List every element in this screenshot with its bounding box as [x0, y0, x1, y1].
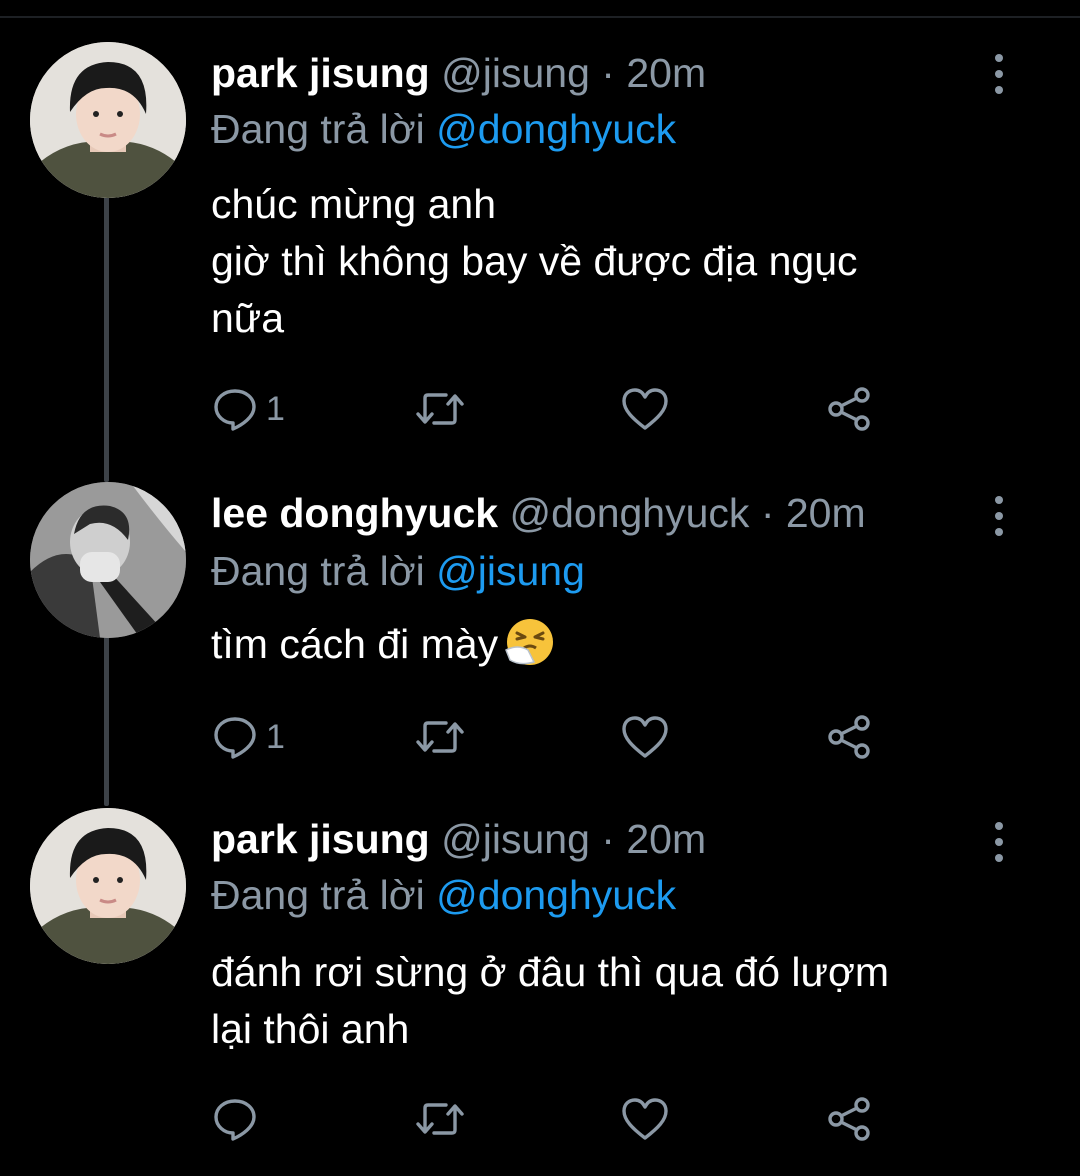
- display-name[interactable]: park jisung: [211, 816, 430, 862]
- retweet-icon: [412, 1096, 468, 1142]
- heart-icon: [620, 386, 670, 432]
- mention-link[interactable]: @donghyuck: [436, 106, 676, 152]
- tweet-text-line: lại thôi anh: [211, 1006, 410, 1052]
- reply-button[interactable]: [212, 1094, 266, 1144]
- separator-dot: ·: [601, 816, 615, 862]
- retweet-icon: [412, 386, 468, 432]
- tweet-header: lee donghyuck @donghyuck · 20m: [211, 488, 866, 538]
- retweet-button[interactable]: [412, 712, 468, 762]
- more-vertical-icon[interactable]: [990, 818, 1008, 868]
- heart-icon: [620, 1096, 670, 1142]
- like-button[interactable]: [620, 1094, 670, 1144]
- tweet-text-line: nữa: [211, 295, 285, 341]
- reply-icon: [212, 386, 258, 432]
- action-bar: [212, 1094, 892, 1144]
- replying-prefix: Đang trả lời: [211, 872, 425, 918]
- heart-icon: [620, 714, 670, 760]
- reply-count: 1: [266, 389, 285, 428]
- display-name[interactable]: lee donghyuck: [211, 490, 498, 536]
- more-vertical-icon[interactable]: [990, 50, 1008, 100]
- sneezing-face-icon: [504, 616, 556, 668]
- timestamp[interactable]: 20m: [626, 50, 706, 96]
- tweet-text: chúc mừng anh giờ thì không bay về được …: [211, 176, 1031, 347]
- like-button[interactable]: [620, 712, 670, 762]
- tweet-text-content: tìm cách đi mày: [211, 621, 499, 667]
- share-button[interactable]: [824, 384, 874, 434]
- user-handle[interactable]: @jisung: [441, 50, 590, 96]
- top-divider: [0, 0, 1080, 18]
- reply-button[interactable]: 1: [212, 384, 285, 434]
- replying-to: Đang trả lời @donghyuck: [211, 870, 676, 920]
- tweet-header: park jisung @jisung · 20m: [211, 48, 706, 98]
- user-handle[interactable]: @jisung: [441, 816, 590, 862]
- replying-prefix: Đang trả lời: [211, 548, 425, 594]
- mention-link[interactable]: @jisung: [436, 548, 585, 594]
- share-button[interactable]: [824, 712, 874, 762]
- retweet-icon: [412, 714, 468, 760]
- share-button[interactable]: [824, 1094, 874, 1144]
- separator-dot: ·: [601, 50, 615, 96]
- avatar[interactable]: [30, 482, 186, 638]
- share-icon: [824, 1096, 874, 1142]
- replying-to: Đang trả lời @donghyuck: [211, 104, 676, 154]
- thread-line: [104, 194, 109, 482]
- tweet-header: park jisung @jisung · 20m: [211, 814, 706, 864]
- replying-prefix: Đang trả lời: [211, 106, 425, 152]
- more-vertical-icon[interactable]: [990, 492, 1008, 542]
- retweet-button[interactable]: [412, 1094, 468, 1144]
- like-button[interactable]: [620, 384, 670, 434]
- tweet-text-line: giờ thì không bay về được địa ngục: [211, 238, 858, 284]
- tweet-text: đánh rơi sừng ở đâu thì qua đó lượm lại …: [211, 944, 1031, 1058]
- timestamp[interactable]: 20m: [626, 816, 706, 862]
- tweet-text-line: tìm cách đi mày: [211, 616, 1031, 673]
- retweet-button[interactable]: [412, 384, 468, 434]
- action-bar: 1: [212, 384, 892, 434]
- display-name[interactable]: park jisung: [211, 50, 430, 96]
- tweet-text-line: đánh rơi sừng ở đâu thì qua đó lượm: [211, 949, 890, 995]
- reply-icon: [212, 1096, 258, 1142]
- tweet-text: tìm cách đi mày: [211, 616, 1031, 673]
- user-handle[interactable]: @donghyuck: [509, 490, 749, 536]
- action-bar: 1: [212, 712, 892, 762]
- replying-to: Đang trả lời @jisung: [211, 546, 585, 596]
- timestamp[interactable]: 20m: [786, 490, 866, 536]
- mention-link[interactable]: @donghyuck: [436, 872, 676, 918]
- reply-icon: [212, 714, 258, 760]
- share-icon: [824, 386, 874, 432]
- share-icon: [824, 714, 874, 760]
- separator-dot: ·: [760, 490, 775, 536]
- avatar[interactable]: [30, 808, 186, 964]
- reply-count: 1: [266, 717, 285, 756]
- avatar[interactable]: [30, 42, 186, 198]
- thread-line: [104, 636, 109, 806]
- tweet-text-line: chúc mừng anh: [211, 181, 496, 227]
- reply-button[interactable]: 1: [212, 712, 285, 762]
